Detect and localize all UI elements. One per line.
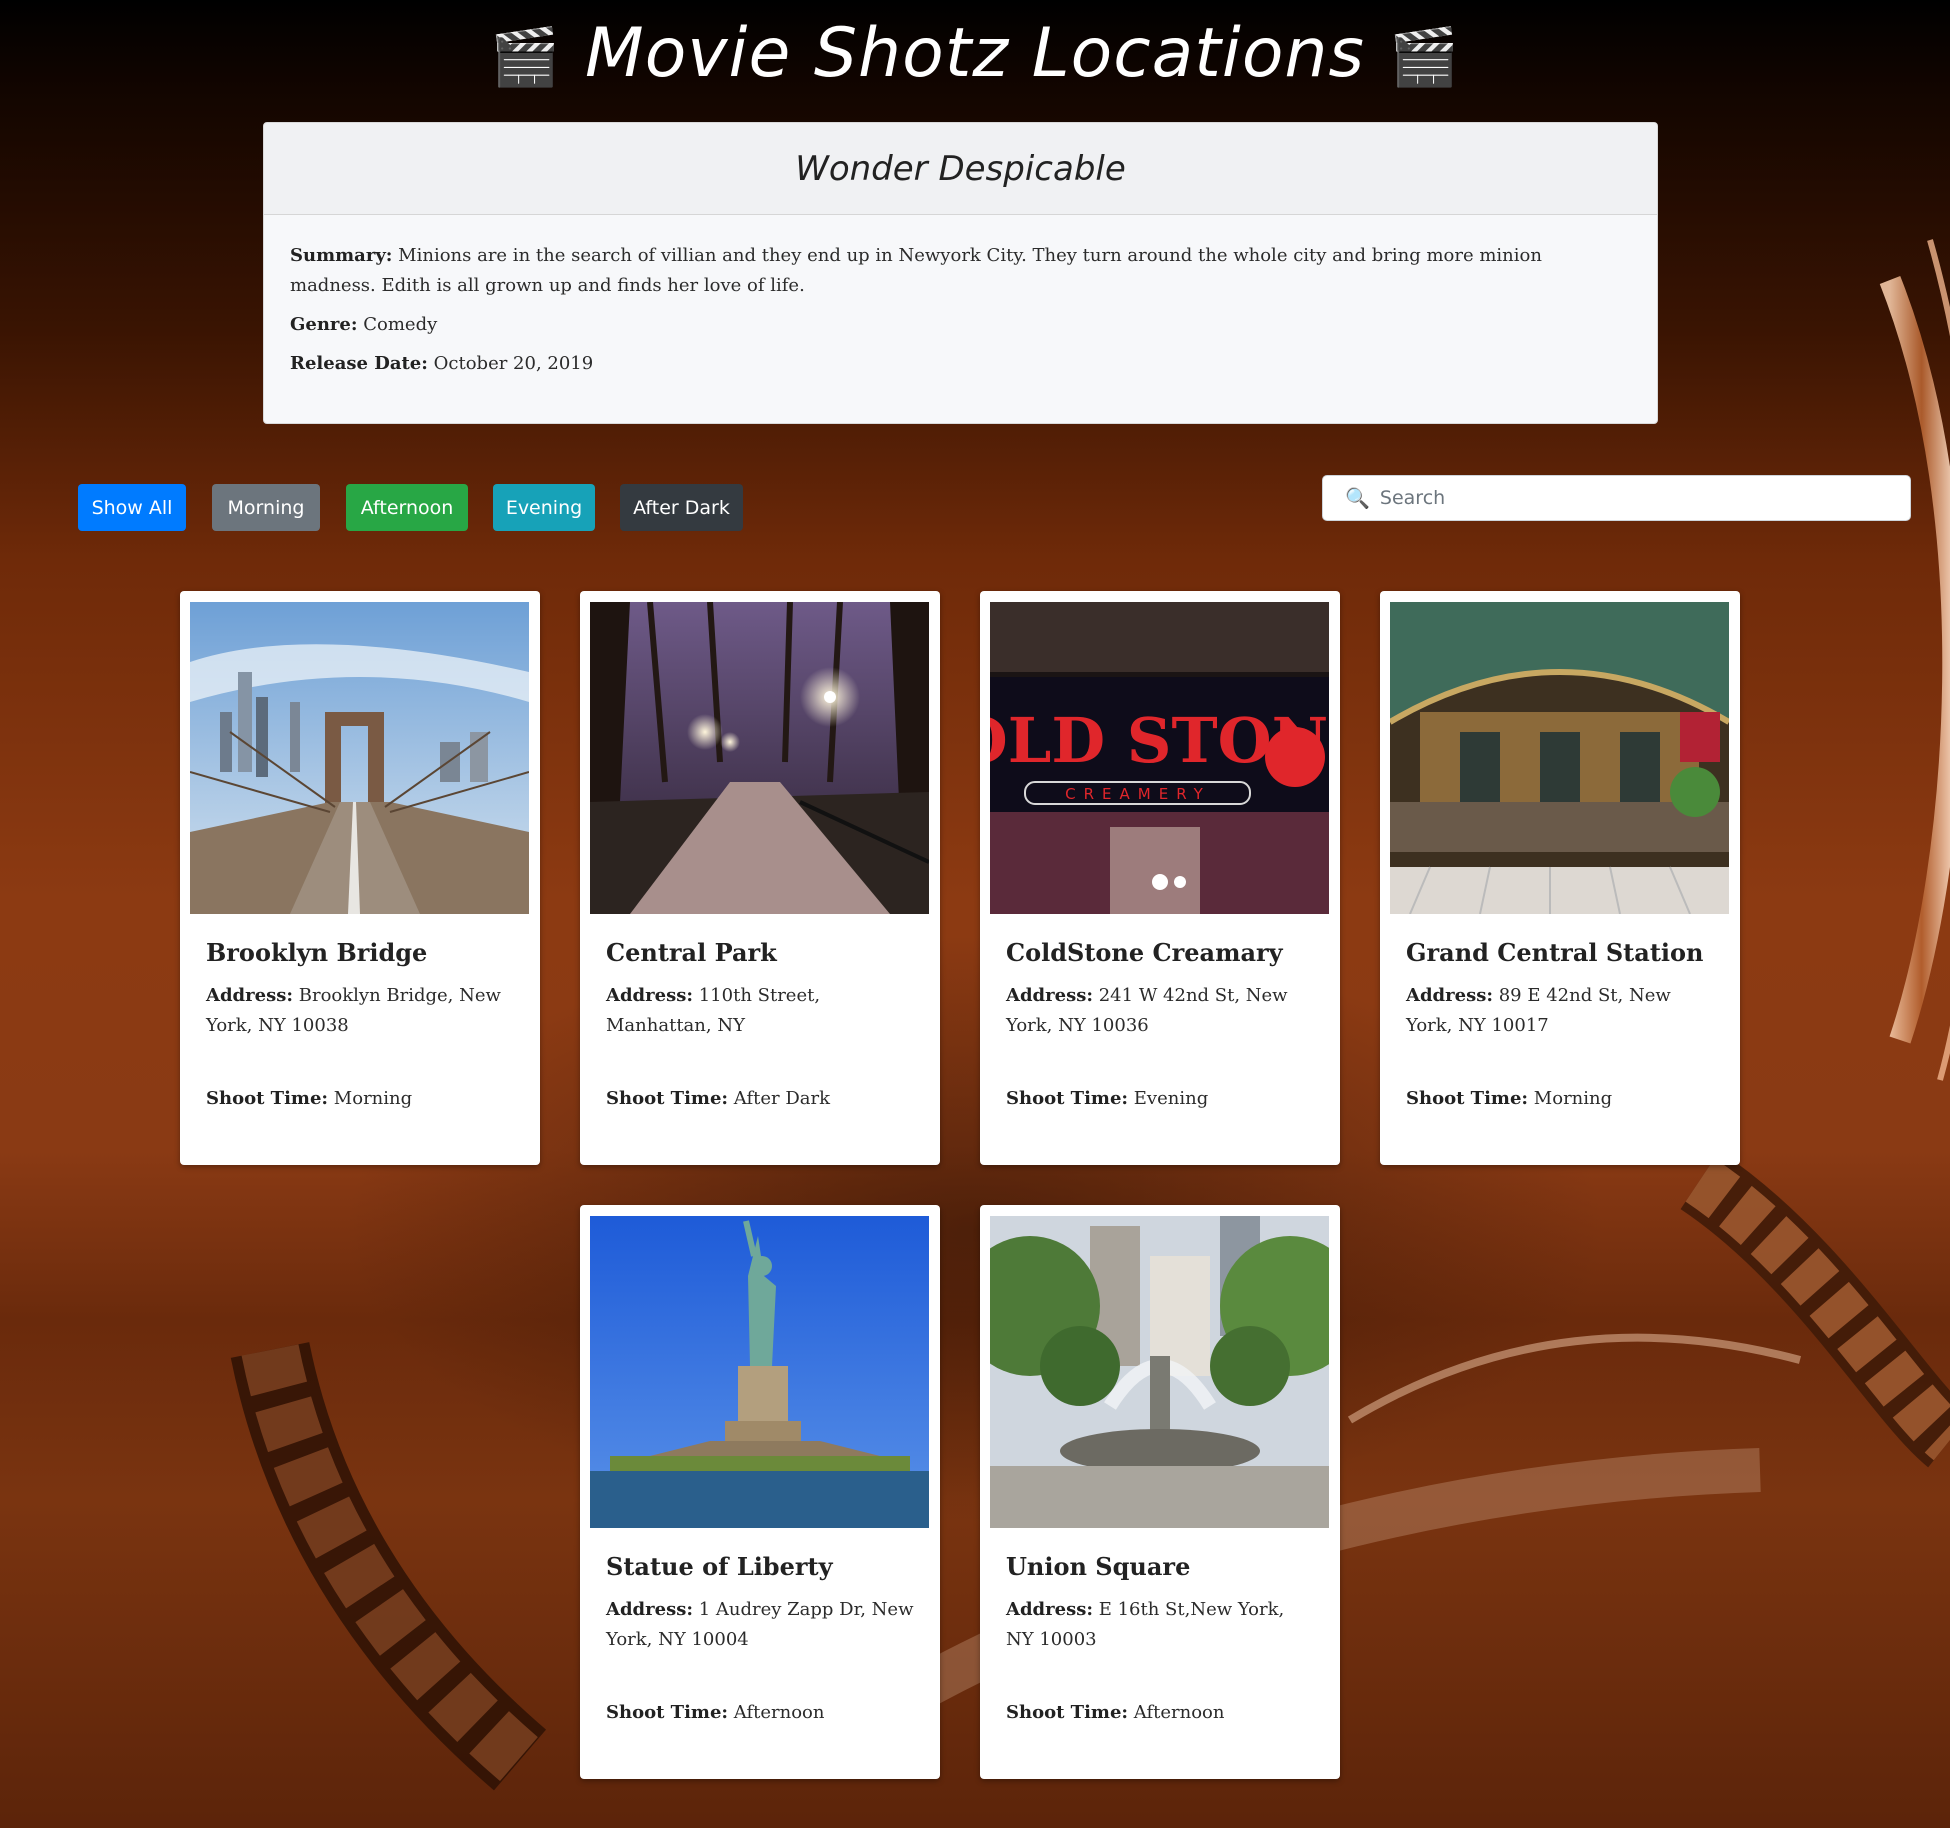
search-box[interactable]: 🔍 (1322, 475, 1911, 521)
filter-afternoon-button[interactable]: Afternoon (346, 484, 468, 531)
location-address: Address: 110th Street, Manhattan, NY (606, 985, 821, 1036)
sign-sub-text: CREAMERY (1065, 785, 1211, 803)
location-shoot-time: Shoot Time: Afternoon (1006, 1702, 1225, 1723)
movie-title: Wonder Despicable (264, 123, 1657, 215)
location-card[interactable]: COLD STONE CREAMERY ColdStone Creamary A… (980, 591, 1340, 1165)
location-name: Union Square (1006, 1552, 1191, 1581)
filter-evening-button[interactable]: Evening (493, 484, 595, 531)
location-address: Address: Brooklyn Bridge, New York, NY 1… (206, 985, 501, 1036)
page-title-text: Movie Shotz Locations (585, 14, 1365, 93)
location-shoot-time: Shoot Time: Afternoon (606, 1702, 825, 1723)
movie-summary: Summary: Minions are in the search of vi… (290, 245, 1542, 296)
location-name: Grand Central Station (1406, 938, 1704, 967)
location-shoot-time: Shoot Time: Morning (1406, 1088, 1613, 1109)
location-image-coldstone-creamery: COLD STONE CREAMERY (990, 602, 1329, 914)
movie-release-date: Release Date: October 20, 2019 (290, 353, 594, 374)
location-shoot-time: Shoot Time: Evening (1006, 1088, 1209, 1109)
clapperboard-icon: 🎬 (490, 25, 562, 90)
location-name: Brooklyn Bridge (206, 938, 428, 967)
filter-show-all-button[interactable]: Show All (78, 484, 186, 531)
location-image-statue-of-liberty (590, 1216, 929, 1528)
location-image-union-square (990, 1216, 1329, 1528)
location-card[interactable]: Union Square Address: E 16th St,New York… (980, 1205, 1340, 1779)
search-icon: 🔍 (1345, 486, 1370, 510)
search-input[interactable] (1379, 487, 1900, 509)
location-address: Address: 1 Audrey Zapp Dr, New York, NY … (606, 1599, 914, 1650)
location-image-brooklyn-bridge (190, 602, 529, 914)
location-card[interactable]: Grand Central Station Address: 89 E 42nd… (1380, 591, 1740, 1165)
location-card[interactable]: Brooklyn Bridge Address: Brooklyn Bridge… (180, 591, 540, 1165)
filter-after-dark-button[interactable]: After Dark (620, 484, 743, 531)
location-image-central-park (590, 602, 929, 914)
location-shoot-time: Shoot Time: After Dark (606, 1088, 831, 1109)
location-card[interactable]: Central Park Address: 110th Street, Manh… (580, 591, 940, 1165)
page-title: 🎬 Movie Shotz Locations 🎬 (0, 14, 1950, 93)
location-image-grand-central-station (1390, 602, 1729, 914)
location-name: ColdStone Creamary (1006, 938, 1283, 967)
location-card[interactable]: Statue of Liberty Address: 1 Audrey Zapp… (580, 1205, 940, 1779)
filter-morning-button[interactable]: Morning (212, 484, 320, 531)
location-address: Address: E 16th St,New York, NY 10003 (1006, 1599, 1285, 1650)
location-address: Address: 241 W 42nd St, New York, NY 100… (1006, 985, 1288, 1036)
location-name: Central Park (606, 938, 777, 967)
movie-info-card: Wonder Despicable Summary: Minions are i… (263, 122, 1658, 424)
clapperboard-icon: 🎬 (1388, 25, 1460, 90)
location-name: Statue of Liberty (606, 1552, 833, 1581)
movie-genre: Genre: Comedy (290, 314, 438, 335)
location-shoot-time: Shoot Time: Morning (206, 1088, 413, 1109)
location-address: Address: 89 E 42nd St, New York, NY 1001… (1406, 985, 1671, 1036)
